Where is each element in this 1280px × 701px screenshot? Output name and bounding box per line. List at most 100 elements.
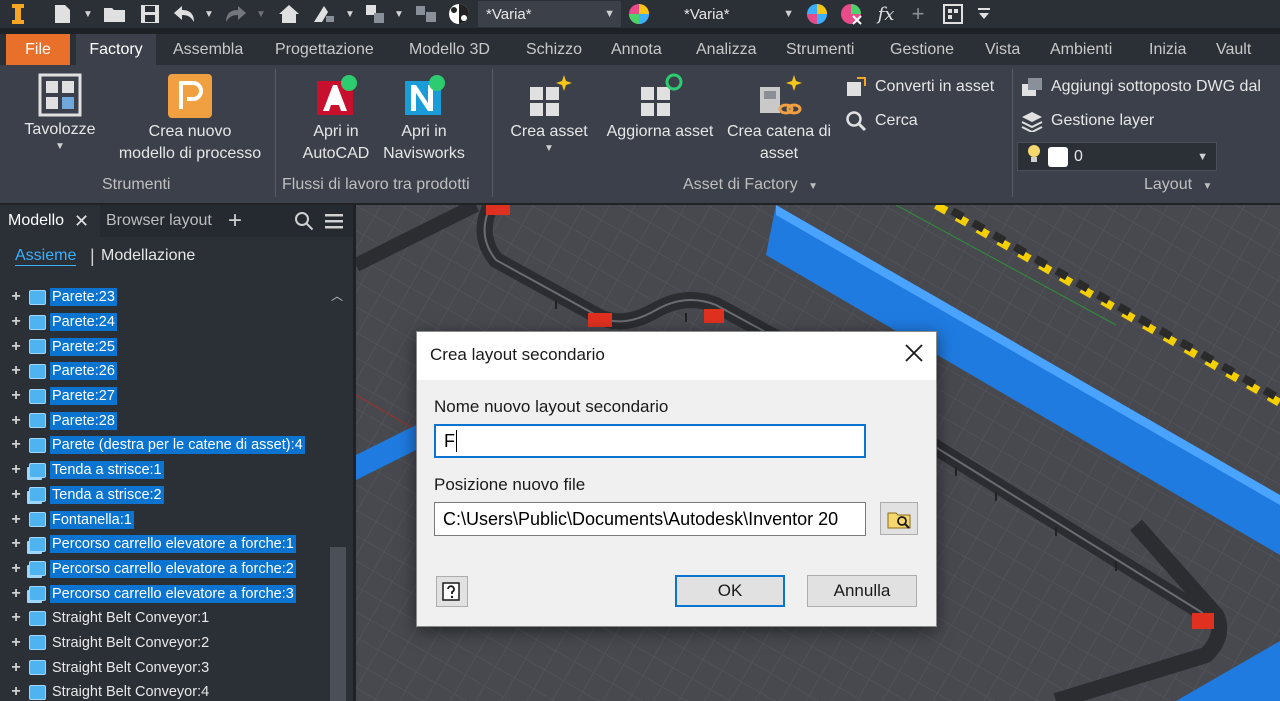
layer-select[interactable]: 0 ▼ <box>1017 142 1217 171</box>
tree-row[interactable]: + Straight Belt Conveyor:3 <box>0 655 326 680</box>
tree-row[interactable]: + Fontanella:1 <box>0 507 326 532</box>
tree-row[interactable]: + Straight Belt Conveyor:1 <box>0 606 326 631</box>
tab-schizzo[interactable]: Schizzo <box>526 34 582 65</box>
browser-tab-layout[interactable]: Browser layout <box>106 205 212 237</box>
plus-icon[interactable]: + <box>906 1 930 26</box>
tavolozze-button[interactable]: Tavolozze ▼ <box>14 73 106 153</box>
tree-row[interactable]: + Parete:26 <box>0 359 326 384</box>
tree-row[interactable]: + Parete:28 <box>0 408 326 433</box>
tab-modello-3d[interactable]: Modello 3D <box>409 34 490 65</box>
gestione-layer-button[interactable]: Gestione layer <box>1021 108 1154 134</box>
crea-nuovo-modello-button[interactable]: Crea nuovo modello di processo <box>108 73 272 165</box>
tab-assembla[interactable]: Assembla <box>173 34 243 65</box>
apri-in-navisworks-button[interactable]: Apri in Navisworks <box>378 73 470 165</box>
layout-name-input[interactable]: F <box>434 424 866 458</box>
expand-icon[interactable]: + <box>9 585 23 603</box>
tree-row[interactable]: + Parete:23 <box>0 285 326 310</box>
close-icon[interactable]: ✕ <box>74 211 89 232</box>
tab-factory[interactable]: Factory <box>76 34 156 65</box>
new-file-icon[interactable] <box>50 2 76 26</box>
aggiorna-asset-button[interactable]: Aggiorna asset <box>600 73 720 143</box>
expand-icon[interactable]: + <box>9 412 23 430</box>
select-icon[interactable] <box>362 2 388 26</box>
search-icon[interactable] <box>294 205 314 237</box>
panel-label-asset-factory[interactable]: Asset di Factory ▼ <box>683 176 818 194</box>
expand-icon[interactable]: + <box>9 362 23 380</box>
expand-icon[interactable]: + <box>9 560 23 578</box>
new-dropdown-icon[interactable]: ▼ <box>82 2 94 26</box>
tree-row[interactable]: + Parete:27 <box>0 384 326 409</box>
tab-analizza[interactable]: Analizza <box>696 34 756 65</box>
chevron-up-icon[interactable]: ︿ <box>331 287 343 304</box>
panel-label-layout[interactable]: Layout ▼ <box>1144 176 1212 194</box>
expand-icon[interactable]: + <box>9 609 23 627</box>
tree-row[interactable]: + Percorso carrello elevatore a forche:1 <box>0 532 326 557</box>
tab-annota[interactable]: Annota <box>611 34 662 65</box>
undo-icon[interactable] <box>170 2 198 26</box>
tab-inizia[interactable]: Inizia <box>1149 34 1186 65</box>
tree-row[interactable]: + Straight Belt Conveyor:4 <box>0 680 326 701</box>
tab-strumenti[interactable]: Strumenti <box>786 34 854 65</box>
appearance-icon[interactable] <box>626 2 652 26</box>
home-icon[interactable] <box>276 2 302 26</box>
hamburger-menu-icon[interactable] <box>324 205 344 237</box>
expand-icon[interactable]: + <box>9 387 23 405</box>
tree-row[interactable]: + Parete:25 <box>0 334 326 359</box>
tab-vista[interactable]: Vista <box>985 34 1020 65</box>
tab-ambienti[interactable]: Ambienti <box>1050 34 1112 65</box>
annulla-button[interactable]: Annulla <box>807 575 917 607</box>
tree-row[interactable]: + Parete (destra per le catene di asset):… <box>0 433 326 458</box>
expand-icon[interactable]: + <box>9 634 23 652</box>
subtab-modellazione[interactable]: Modellazione <box>101 247 195 265</box>
open-folder-icon[interactable] <box>101 2 129 26</box>
tree-row[interactable]: + Parete:24 <box>0 310 326 335</box>
help-button[interactable] <box>436 576 468 607</box>
close-icon[interactable] <box>903 342 925 364</box>
adjust-appearance-icon[interactable] <box>804 2 830 26</box>
parameters-icon[interactable]: fx <box>872 2 900 26</box>
crea-catena-asset-button[interactable]: Crea catena di asset <box>722 73 836 165</box>
expand-icon[interactable]: + <box>9 659 23 677</box>
components-icon[interactable] <box>413 2 439 26</box>
expand-icon[interactable]: + <box>9 436 23 454</box>
customize-menu-icon[interactable] <box>975 2 993 26</box>
tree-row[interactable]: + Percorso carrello elevatore a forche:2 <box>0 557 326 582</box>
scrollbar-thumb[interactable] <box>330 547 346 701</box>
ipart-icon[interactable] <box>940 2 966 26</box>
file-path-input[interactable]: C:\Users\Public\Documents\Autodesk\Inven… <box>434 502 866 536</box>
material-icon[interactable] <box>446 2 472 26</box>
tab-progettazione[interactable]: Progettazione <box>275 34 374 65</box>
tab-file[interactable]: File <box>6 34 70 65</box>
expand-icon[interactable]: + <box>9 338 23 356</box>
tree-row[interactable]: + Straight Belt Conveyor:2 <box>0 631 326 656</box>
tree-row[interactable]: + Tenda a strisce:2 <box>0 483 326 508</box>
save-icon[interactable] <box>138 2 162 26</box>
tab-gestione[interactable]: Gestione <box>890 34 954 65</box>
tab-vault[interactable]: Vault <box>1216 34 1251 65</box>
tree-row[interactable]: + Tenda a strisce:1 <box>0 458 326 483</box>
expand-icon[interactable]: + <box>9 461 23 479</box>
add-tab-icon[interactable]: + <box>228 205 242 237</box>
material-select[interactable]: *Varia* ▼ <box>478 1 621 27</box>
redo-dropdown-icon[interactable]: ▼ <box>255 2 267 26</box>
appearance-select[interactable]: *Varia* ▼ <box>662 1 800 27</box>
measure-dropdown-icon[interactable]: ▼ <box>344 2 356 26</box>
undo-dropdown-icon[interactable]: ▼ <box>203 2 215 26</box>
measure-icon[interactable] <box>310 2 338 26</box>
expand-icon[interactable]: + <box>9 535 23 553</box>
aggiungi-sottoposto-dwg-button[interactable]: Aggiungi sottoposto DWG dal <box>1021 74 1261 100</box>
expand-icon[interactable]: + <box>9 288 23 306</box>
tree-row[interactable]: + Percorso carrello elevatore a forche:3 <box>0 581 326 606</box>
browser-tab-modello[interactable]: Modello ✕ <box>0 205 100 237</box>
browse-folder-button[interactable] <box>880 502 918 535</box>
clear-appearance-icon[interactable] <box>838 2 864 26</box>
crea-asset-button[interactable]: Crea asset ▼ <box>506 73 592 155</box>
expand-icon[interactable]: + <box>9 313 23 331</box>
ok-button[interactable]: OK <box>675 575 785 607</box>
cerca-button[interactable]: Cerca <box>845 108 918 134</box>
redo-icon[interactable] <box>222 2 250 26</box>
converti-in-asset-button[interactable]: Converti in asset <box>845 74 994 100</box>
select-dropdown-icon[interactable]: ▼ <box>393 2 405 26</box>
apri-in-autocad-button[interactable]: Apri in AutoCAD <box>294 73 378 165</box>
expand-icon[interactable]: + <box>9 511 23 529</box>
